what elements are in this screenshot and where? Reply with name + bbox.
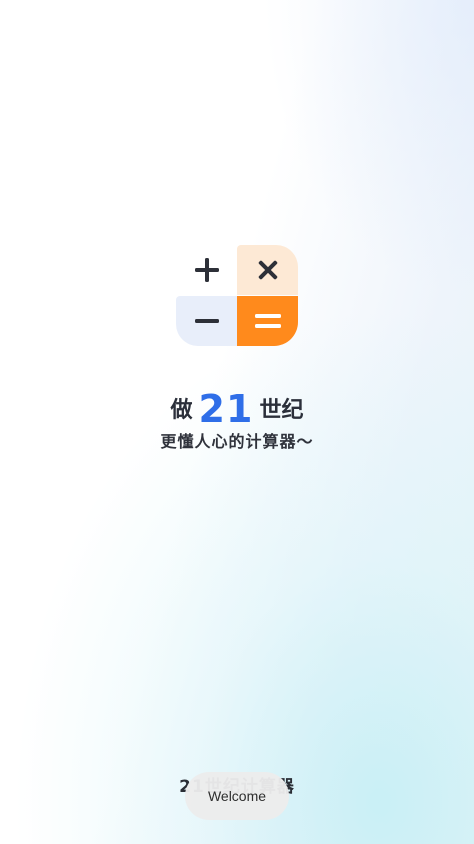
minus-icon <box>194 319 219 323</box>
logo-plus-tile <box>176 245 237 295</box>
plus-icon <box>194 258 219 282</box>
logo-minus-tile <box>176 296 237 346</box>
equals-icon <box>254 314 281 328</box>
welcome-toast: Welcome <box>185 772 289 820</box>
splash-screen: 做 21 世纪 更懂人心的计算器～ 21世纪计算器 Welcome <box>0 0 474 844</box>
slogan: 更懂人心的计算器～ <box>160 432 314 451</box>
headline-prefix: 做 <box>170 398 193 423</box>
headline: 做 21 世纪 <box>0 378 474 428</box>
calculator-logo <box>176 245 298 346</box>
headline-suffix: 世纪 <box>259 398 304 423</box>
logo-equals-tile <box>237 296 298 346</box>
logo-times-tile <box>237 245 298 295</box>
headline-number: 21 <box>198 387 254 431</box>
times-icon <box>258 260 277 280</box>
toast-message: Welcome <box>207 788 267 804</box>
